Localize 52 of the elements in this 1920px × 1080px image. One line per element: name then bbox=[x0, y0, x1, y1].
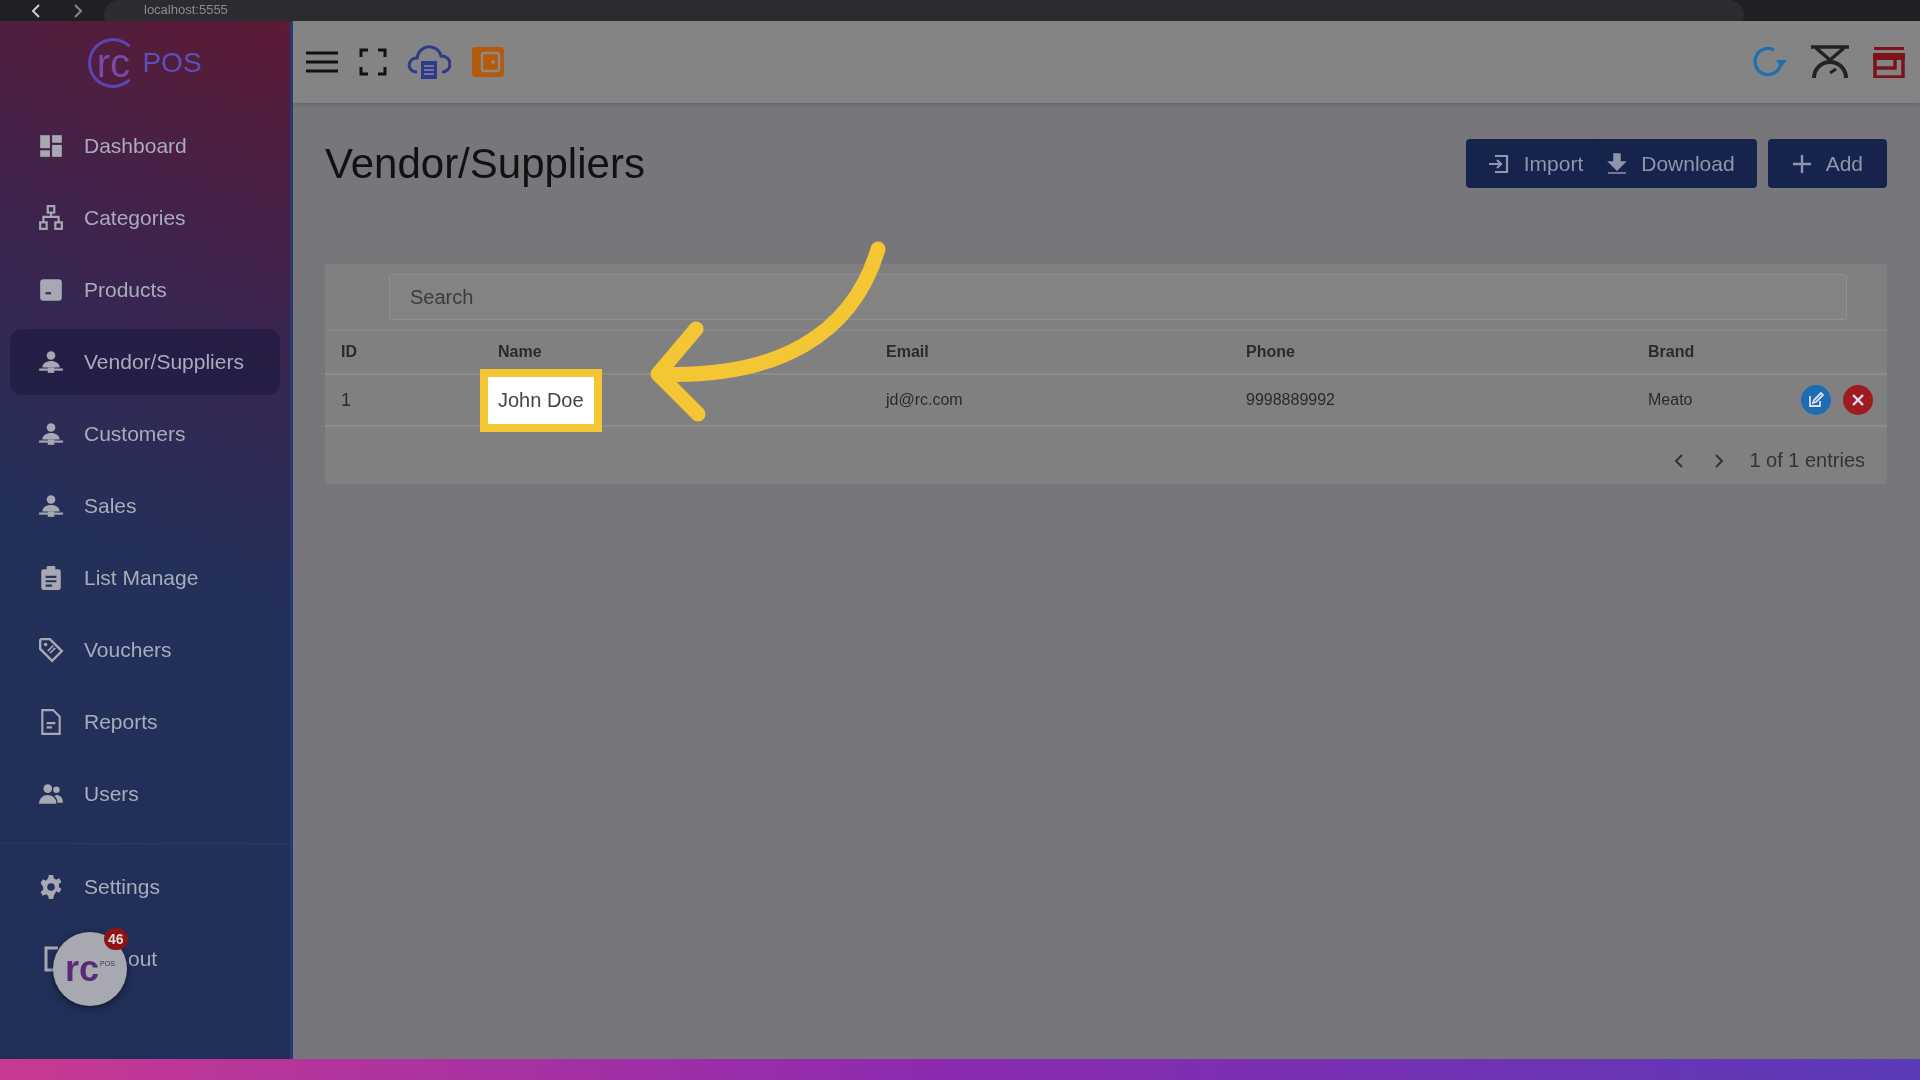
plus-icon bbox=[1791, 153, 1812, 174]
delete-icon[interactable] bbox=[1843, 385, 1873, 415]
sidebar-item[interactable]: Dashboard bbox=[10, 113, 280, 179]
sidebar-item[interactable]: Products bbox=[10, 257, 280, 323]
sidebar-item[interactable]: Reports bbox=[10, 689, 280, 755]
table-cell: jd@rc.com bbox=[886, 391, 963, 409]
column-header: Email bbox=[886, 343, 930, 361]
address-bar[interactable]: localhost:5555 bbox=[104, 0, 1744, 21]
sidebar-item[interactable]: Sales bbox=[10, 473, 280, 539]
menu-icon[interactable] bbox=[305, 50, 339, 74]
document-icon bbox=[38, 709, 64, 735]
table-cell: 1 bbox=[341, 389, 351, 411]
clipboard-icon bbox=[38, 565, 64, 591]
logout-icon[interactable] bbox=[44, 946, 58, 972]
logout-link[interactable]: out bbox=[128, 947, 158, 971]
search-field[interactable]: Search bbox=[389, 274, 1847, 320]
dashboard-icon bbox=[38, 133, 64, 159]
pagination-text: 1 of 1 entries bbox=[1749, 449, 1865, 472]
settings-item[interactable]: Settings bbox=[10, 854, 280, 920]
column-header: Brand bbox=[1648, 343, 1696, 361]
page-title: Vendor/Suppliers bbox=[325, 139, 645, 188]
fullscreen-icon[interactable] bbox=[359, 48, 387, 76]
bubble-logo-text: rc bbox=[65, 951, 100, 987]
column-header: Phone bbox=[1246, 343, 1296, 361]
add-button[interactable]: Add bbox=[1767, 139, 1887, 188]
download-icon bbox=[1607, 152, 1628, 175]
column-header: Name bbox=[498, 343, 543, 361]
person-icon bbox=[38, 421, 64, 447]
tag-icon bbox=[38, 637, 64, 663]
url-text: localhost:5555 bbox=[144, 1, 228, 17]
sidebar-item[interactable]: List Manage bbox=[10, 545, 280, 611]
sidebar-item[interactable]: Users bbox=[10, 761, 280, 827]
person-icon bbox=[38, 349, 64, 375]
table-cell: Meato bbox=[1648, 391, 1693, 409]
sidebar-item[interactable]: Customers bbox=[10, 401, 280, 467]
cloud-printer-icon[interactable] bbox=[407, 44, 451, 80]
app-logo: rc POS bbox=[0, 21, 290, 105]
column-header: ID bbox=[341, 343, 358, 361]
sidebar-item[interactable]: Vendor/Suppliers bbox=[10, 329, 280, 395]
users-icon bbox=[38, 781, 64, 807]
scale-icon[interactable] bbox=[1810, 45, 1850, 79]
table-cell: 9998889992 bbox=[1246, 391, 1335, 409]
import-icon bbox=[1487, 152, 1510, 175]
notification-badge: 46 bbox=[104, 928, 128, 950]
hierarchy-icon bbox=[38, 205, 64, 231]
sidebar-item[interactable]: Vouchers bbox=[10, 617, 280, 683]
store-icon[interactable] bbox=[1872, 46, 1906, 78]
person-icon bbox=[38, 493, 64, 519]
edit-icon[interactable] bbox=[1801, 385, 1831, 415]
box-icon bbox=[38, 277, 64, 303]
gear-icon bbox=[38, 874, 64, 900]
sidebar-item[interactable]: Categories bbox=[10, 185, 280, 251]
